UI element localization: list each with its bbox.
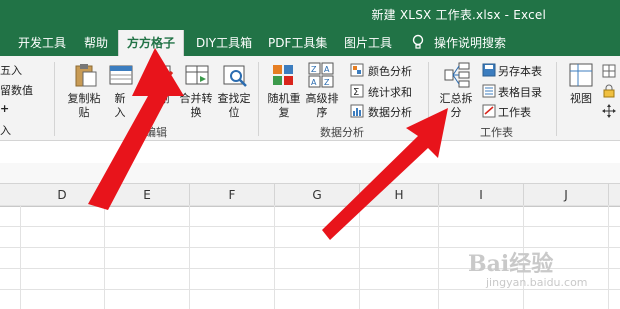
group-separator [428,62,429,136]
grid-line [104,205,105,309]
advanced-sort-label: 高级排 [305,92,339,105]
delete-table-icon [149,65,174,87]
lock-small-icon [603,84,615,98]
find-locate-label-2: 位 [228,106,240,119]
tab-help[interactable]: 帮助 [84,34,108,51]
grid-line [274,205,275,309]
ribbon-tabs: 开发工具 帮助 方方格子 DIY工具箱 PDF工具集 图片工具 操作说明搜索 [0,28,620,56]
merge-convert-button[interactable]: 合并转 换 [176,92,216,120]
delete-button[interactable]: 删 [150,92,178,106]
group-separator [556,62,557,136]
group-label-data-analysis: 数据分析 [320,126,364,139]
sheet-spacer [0,163,620,183]
tab-fangfang-gezi[interactable]: 方方格子 [118,30,185,56]
statistics-sum-button[interactable]: 统计求和 [368,84,412,100]
column-header-j[interactable]: J [524,184,609,206]
summary-split-button[interactable]: 汇总拆 分 [436,92,476,120]
grid-line [608,205,609,309]
baidu-watermark: Bai经验 [468,251,554,277]
find-locate-label: 查找定 [217,92,251,105]
color-analysis-icon [350,63,364,77]
column-header-g[interactable]: G [275,184,360,206]
find-locate-icon [223,65,247,87]
lightbulb-icon [412,34,424,49]
data-analysis-icon [350,104,364,118]
svg-text:A: A [324,65,330,74]
svg-text:Z: Z [311,65,317,74]
summary-split-label: 汇总拆 [439,92,473,105]
tab-diy-toolbox[interactable]: DIY工具箱 [196,34,252,51]
advanced-sort-label-2: 序 [316,106,328,119]
merge-convert-icon [185,65,209,85]
column-header-d[interactable]: D [20,184,105,206]
merge-convert-label: 合并转 [179,92,213,105]
random-repeat-label-2: 复 [278,106,290,119]
keep-values-button-partial[interactable]: 留数值 [0,82,33,98]
tab-pdf-tools[interactable]: PDF工具集 [268,34,327,51]
worksheet-button[interactable]: 工作表 [498,104,531,120]
grid-line [189,205,190,309]
copy-paste-button[interactable]: 复制粘 贴 [64,92,104,120]
new-insert-label: 新 [114,92,126,105]
svg-text:Σ: Σ [353,87,359,98]
random-repeat-label: 随机重 [267,92,301,105]
table-of-contents-icon [482,84,496,98]
color-analysis-button[interactable]: 颜色分析 [368,63,412,79]
formula-bar[interactable] [0,141,620,164]
delete-label: 删 [158,92,170,105]
view-icon [569,63,593,87]
worksheet-icon [482,104,496,118]
random-repeat-button[interactable]: 随机重 复 [264,92,304,120]
save-sheet-as-button[interactable]: 另存本表 [498,63,542,79]
new-insert-button[interactable]: 新 入 [106,92,134,120]
grid-small-icon [602,64,616,78]
column-header-i[interactable]: I [439,184,524,206]
column-header-h[interactable]: H [360,184,439,206]
copy-paste-label: 复制粘 [67,92,101,105]
round-button-partial[interactable]: 五入 [0,62,22,78]
grid-line [20,205,21,309]
sort-az-icon: Z A A Z [308,62,334,88]
column-header-e[interactable]: E [105,184,190,206]
find-locate-button[interactable]: 查找定 位 [214,92,254,120]
new-insert-label-2: 入 [114,106,126,119]
save-sheet-icon [482,63,496,77]
tab-developer[interactable]: 开发工具 [18,34,66,51]
group-separator [258,62,259,136]
summary-split-label-2: 分 [450,106,462,119]
tab-tell-me-search[interactable]: 操作说明搜索 [434,34,506,51]
group-label-worksheet: 工作表 [480,126,513,139]
svg-text:Z: Z [324,78,330,87]
window-title: 新建 XLSX 工作表.xlsx - Excel [371,8,546,22]
view-label: 视图 [570,92,592,105]
grid-line [438,205,439,309]
summary-split-icon [444,62,470,88]
group-label-edit: 编辑 [145,126,167,139]
random-repeat-icon [273,65,293,85]
baidu-watermark-url: jingyan.baidu.com [486,276,588,289]
table-of-contents-button[interactable]: 表格目录 [498,84,542,100]
insert-table-icon [109,65,133,85]
insert-button-partial[interactable]: 入 [0,122,11,138]
view-button[interactable]: 视图 [566,92,596,106]
clipboard-paste-icon [75,64,97,87]
advanced-sort-button[interactable]: 高级排 序 [302,92,342,120]
group-separator [54,62,55,136]
grid-line [359,205,360,309]
tab-picture-tools[interactable]: 图片工具 [344,34,392,51]
column-header-f[interactable]: F [190,184,275,206]
plus-button-partial[interactable]: + [0,102,9,115]
data-analysis-button[interactable]: 数据分析 [368,104,412,120]
column-headers: D E F G H I J [0,183,620,207]
move-arrows-icon [602,104,616,118]
svg-text:A: A [311,78,317,87]
statistics-sum-icon: Σ [350,84,364,98]
merge-convert-label-2: 换 [190,106,202,119]
copy-paste-label-2: 贴 [78,106,90,119]
title-bar: 新建 XLSX 工作表.xlsx - Excel [0,0,620,28]
